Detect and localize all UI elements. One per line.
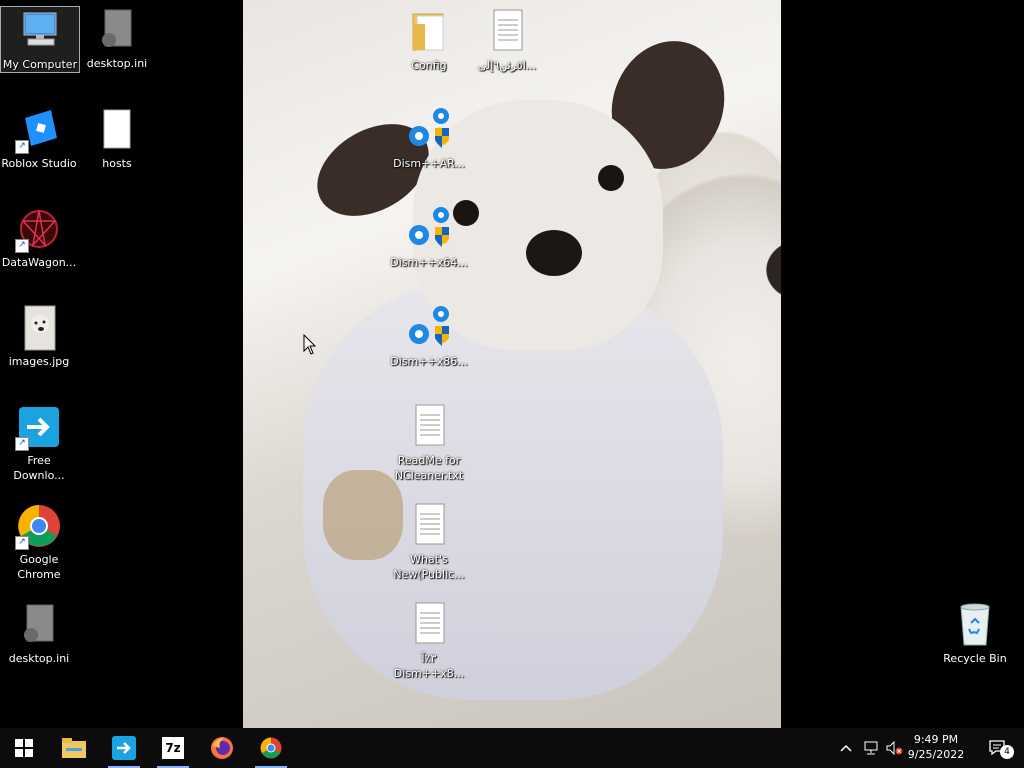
icon-label: Dism++AR...	[393, 157, 465, 170]
icon-label: ٣٪ﺁ Dism++x8...	[393, 652, 465, 680]
free-download-manager-icon	[112, 736, 136, 760]
file-explorer-icon	[62, 738, 86, 758]
desktop-icon-hosts[interactable]: hosts	[78, 106, 156, 171]
icon-label: Free Downlo...	[13, 454, 65, 482]
text-file-icon	[405, 502, 453, 550]
folder-icon	[405, 8, 453, 56]
dism-gear-shield-icon	[405, 106, 453, 154]
icon-label: Dism++x64...	[390, 256, 468, 269]
taskbar-firefox[interactable]	[198, 728, 246, 768]
shortcut-arrow-icon: ↗	[15, 140, 29, 154]
taskbar: 7z 9:49 PM 9/25/2022 4	[0, 728, 1024, 768]
chrome-icon	[260, 737, 282, 759]
show-hidden-icons-button[interactable]	[836, 728, 856, 768]
blank-file-icon	[93, 106, 141, 154]
network-icon	[864, 741, 878, 755]
desktop-icon-arabic-text-file[interactable]: ﺍ٥ﺮﺋﻦ٦ﺇﻟﻰ...	[468, 8, 546, 73]
desktop-icon-free-download-manager[interactable]: ↗ Free Downlo...	[0, 403, 78, 483]
image-thumbnail-icon	[15, 304, 63, 352]
desktop-icon-datawagon[interactable]: ↗ DataWagon...	[0, 205, 78, 270]
clock-date: 9/25/2022	[907, 748, 965, 761]
dism-gear-shield-icon	[405, 304, 453, 352]
wallpaper-dog-nose	[526, 230, 582, 276]
desktop-icon-my-computer[interactable]: My Computer	[0, 6, 80, 73]
taskbar-file-explorer[interactable]	[50, 728, 98, 768]
datawagon-icon: ↗	[15, 205, 63, 253]
icon-label: What's New(Public...	[393, 553, 465, 581]
icon-label: Roblox Studio	[1, 157, 77, 170]
icon-label: images.jpg	[8, 355, 70, 368]
notification-count-badge: 4	[1000, 745, 1014, 759]
firefox-icon	[211, 737, 233, 759]
icon-label: hosts	[102, 157, 132, 170]
desktop-icon-google-chrome[interactable]: ↗ Google Chrome	[0, 502, 78, 582]
shortcut-arrow-icon: ↗	[15, 437, 29, 451]
desktop-icon-config[interactable]: Config	[390, 8, 468, 73]
roblox-studio-icon: ↗	[15, 106, 63, 154]
action-center-button[interactable]: 4	[978, 728, 1018, 768]
taskbar-clock[interactable]: 9:49 PM 9/25/2022	[896, 732, 976, 762]
desktop-icon-recycle-bin[interactable]: Recycle Bin	[936, 601, 1014, 666]
settings-file-icon	[15, 601, 63, 649]
settings-file-icon	[93, 6, 141, 54]
taskbar-free-download-manager[interactable]	[100, 728, 148, 768]
desktop-icon-dism-x86[interactable]: Dism++x86...	[390, 304, 468, 369]
desktop-icon-desktop-ini-2[interactable]: desktop.ini	[0, 601, 78, 666]
start-button[interactable]	[0, 728, 48, 768]
text-file-icon	[483, 8, 531, 56]
computer-icon	[16, 7, 64, 55]
icon-label: Recycle Bin	[943, 652, 1007, 665]
icon-label: Google Chrome	[17, 553, 61, 581]
icon-label: ﺍ٥ﺮﺋﻦ٦ﺇﻟﻰ...	[477, 59, 537, 72]
icon-label: Dism++x86...	[390, 355, 468, 368]
desktop-icon-desktop-ini-1[interactable]: desktop.ini	[78, 6, 156, 71]
shortcut-arrow-icon: ↗	[15, 536, 29, 550]
icon-label: My Computer	[2, 58, 78, 71]
recycle-bin-icon	[951, 601, 999, 649]
chrome-icon: ↗	[15, 502, 63, 550]
network-button[interactable]	[860, 728, 882, 768]
desktop-icon-dism-x64[interactable]: Dism++x64...	[390, 205, 468, 270]
taskbar-7zip[interactable]: 7z	[149, 728, 197, 768]
desktop-icon-dism-arm[interactable]: Dism++AR...	[390, 106, 468, 171]
taskbar-chrome[interactable]	[247, 728, 295, 768]
icon-label: DataWagon...	[1, 256, 77, 269]
icon-label: desktop.ini	[8, 652, 70, 665]
windows-logo-icon	[15, 739, 33, 757]
desktop-icon-roblox-studio[interactable]: ↗ Roblox Studio	[0, 106, 78, 171]
text-file-icon	[405, 403, 453, 451]
desktop-icon-readme-ncleaner[interactable]: ReadMe for NCleaner.txt	[390, 403, 468, 483]
dism-gear-shield-icon	[405, 205, 453, 253]
mouse-cursor-icon	[303, 334, 317, 355]
desktop-wallpaper	[243, 0, 781, 728]
desktop-icon-whats-new[interactable]: What's New(Public...	[390, 502, 468, 582]
icon-label: Config	[411, 59, 447, 72]
wallpaper-dog-eye-right	[598, 165, 624, 191]
desktop-icon-dism-x86-text[interactable]: ٣٪ﺁ Dism++x8...	[390, 601, 468, 681]
chevron-up-icon	[840, 744, 852, 752]
shortcut-arrow-icon: ↗	[15, 239, 29, 253]
icon-label: desktop.ini	[86, 57, 148, 70]
free-download-manager-icon: ↗	[15, 403, 63, 451]
text-file-icon	[405, 601, 453, 649]
desktop-icon-images-jpg[interactable]: images.jpg	[0, 304, 78, 369]
clock-time: 9:49 PM	[913, 733, 959, 746]
7zip-icon: 7z	[162, 737, 184, 759]
icon-label: ReadMe for NCleaner.txt	[394, 454, 464, 482]
